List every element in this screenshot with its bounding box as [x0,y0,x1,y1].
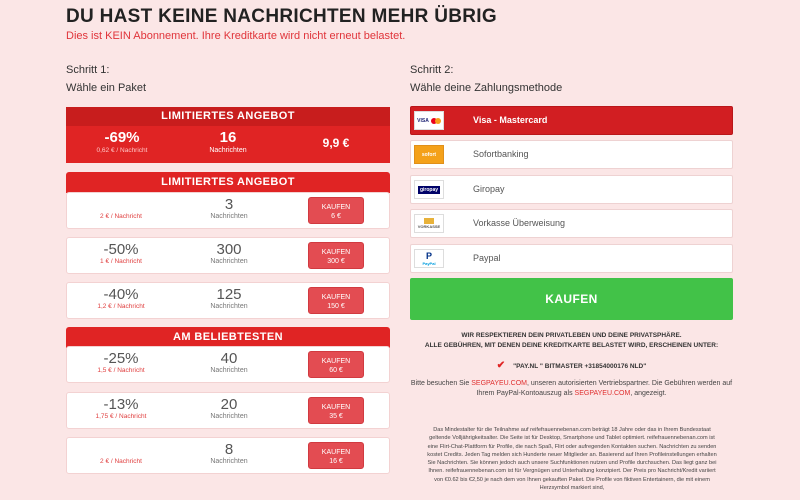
legal-text: Das Mindestalter für die Teilnahme auf r… [427,427,717,492]
buy-label: KAUFEN [321,358,351,365]
buy-price: 150 € [327,303,345,310]
buy-package-button[interactable]: KAUFEN 6 € [308,197,364,224]
buy-label: KAUFEN [321,204,351,211]
sofort-icon: sofort [414,145,444,164]
buy-package-button[interactable]: KAUFEN 16 € [308,442,364,469]
hero-per-message: 0,62 € / Nachricht [96,147,148,154]
package-per-message: 2 € / Nachricht [100,213,142,220]
payment-label: Giropay [473,184,505,194]
buy-package-button[interactable]: KAUFEN 60 € [308,351,364,378]
package-row[interactable]: -40% 1,2 € / Nachricht 125 Nachrichten K… [66,282,390,319]
page-subtitle: Dies ist KEIN Abonnement. Ihre Kreditkar… [66,30,406,42]
privacy-line2: ALLE GEBÜHREN, MIT DENEN DEINE KREDITKAR… [424,342,719,349]
buy-package-button[interactable]: KAUFEN 150 € [308,287,364,314]
descriptor-text: "PAY.NL " BITMASTER +31854000176 NLD" [513,363,647,370]
step1-title: Schritt 1: [66,64,110,76]
section-limited-offer: LIMITIERTES ANGEBOT [66,172,390,193]
package-count-label: Nachrichten [210,458,248,465]
segpay-link[interactable]: SEGPAYEU.COM [471,380,527,387]
payment-option-giropay[interactable]: giropay Giropay [410,175,733,204]
hero-count: 16 [219,129,237,146]
vorkasse-icon: VORKASSE [414,214,444,233]
buy-label: KAUFEN [321,404,351,411]
package-discount: -13% [103,396,139,413]
billing-descriptor: ✔ "PAY.NL " BITMASTER +31854000176 NLD" [410,360,733,371]
visa-mastercard-icon: VISA [414,111,444,130]
package-per-message: 1,2 € / Nachricht [97,303,145,310]
package-count: 125 [216,286,242,303]
hero-price: 9,9 € [322,136,350,150]
hero-count-label: Nachrichten [209,147,247,154]
step1-subtitle: Wähle ein Paket [66,82,147,94]
payment-option-visa-mastercard[interactable]: VISA Visa - Mastercard [410,106,733,135]
package-count: 300 [216,241,242,258]
package-count: 20 [220,396,238,413]
payment-label: Vorkasse Überweisung [473,218,566,228]
hero-discount: -69% [104,129,140,146]
section-most-popular: AM BELIEBTESTEN [66,327,390,348]
package-row[interactable]: 2 € / Nachricht 3 Nachrichten KAUFEN 6 € [66,192,390,229]
privacy-line1: WIR RESPEKTIEREN DEIN PRIVATLEBEN UND DE… [461,332,682,339]
step2-subtitle: Wähle deine Zahlungsmethode [410,82,563,94]
package-count-label: Nachrichten [210,303,248,310]
package-count: 8 [224,441,234,458]
package-count-label: Nachrichten [210,258,248,265]
payment-label: Visa - Mastercard [473,115,548,125]
package-discount: -40% [103,286,139,303]
package-count-label: Nachrichten [210,413,248,420]
package-per-message: 1 € / Nachricht [100,258,142,265]
buy-label: KAUFEN [321,449,351,456]
payment-option-sofortbanking[interactable]: sofort Sofortbanking [410,140,733,169]
check-icon: ✔ [496,360,506,371]
buy-package-button[interactable]: KAUFEN 300 € [308,242,364,269]
giropay-icon: giropay [414,180,444,199]
package-discount: -50% [103,241,139,258]
package-per-message: 2 € / Nachricht [100,458,142,465]
buy-button[interactable]: KAUFEN [410,278,733,320]
package-count: 40 [220,350,238,367]
step2-title: Schritt 2: [410,64,454,76]
package-per-message: 1,75 € / Nachricht [95,413,147,420]
package-per-message: 1,5 € / Nachricht [97,367,145,374]
page-title: DU HAST KEINE NACHRICHTEN MEHR ÜBRIG [66,6,497,27]
hero-banner: LIMITIERTES ANGEBOT [66,107,390,126]
package-row[interactable]: -50% 1 € / Nachricht 300 Nachrichten KAU… [66,237,390,274]
buy-price: 16 € [329,458,343,465]
payment-option-vorkasse[interactable]: VORKASSE Vorkasse Überweisung [410,209,733,238]
package-row[interactable]: 2 € / Nachricht 8 Nachrichten KAUFEN 16 … [66,437,390,474]
package-row[interactable]: -25% 1,5 € / Nachricht 40 Nachrichten KA… [66,346,390,383]
package-discount: -25% [103,350,139,367]
buy-label: KAUFEN [321,249,351,256]
buy-price: 35 € [329,413,343,420]
buy-label: KAUFEN [321,294,351,301]
payment-label: Sofortbanking [473,149,529,159]
payment-option-paypal[interactable]: P PayPal Paypal [410,244,733,273]
buy-price: 300 € [327,258,345,265]
privacy-notice: WIR RESPEKTIEREN DEIN PRIVATLEBEN UND DE… [410,331,733,351]
hero-offer[interactable]: LIMITIERTES ANGEBOT -69% 0,62 € / Nachri… [66,107,390,163]
visit-notice: Bitte besuchen Sie SEGPAYEU.COM, unseren… [410,380,733,397]
payment-label: Paypal [473,253,501,263]
package-count-label: Nachrichten [210,213,248,220]
package-count: 3 [224,196,234,213]
package-count-label: Nachrichten [210,367,248,374]
buy-price: 60 € [329,367,343,374]
buy-package-button[interactable]: KAUFEN 35 € [308,397,364,424]
paypal-icon: P PayPal [414,249,444,268]
package-row[interactable]: -13% 1,75 € / Nachricht 20 Nachrichten K… [66,392,390,429]
segpay-link[interactable]: SEGPAYEU.COM [575,390,631,397]
buy-price: 6 € [331,213,341,220]
